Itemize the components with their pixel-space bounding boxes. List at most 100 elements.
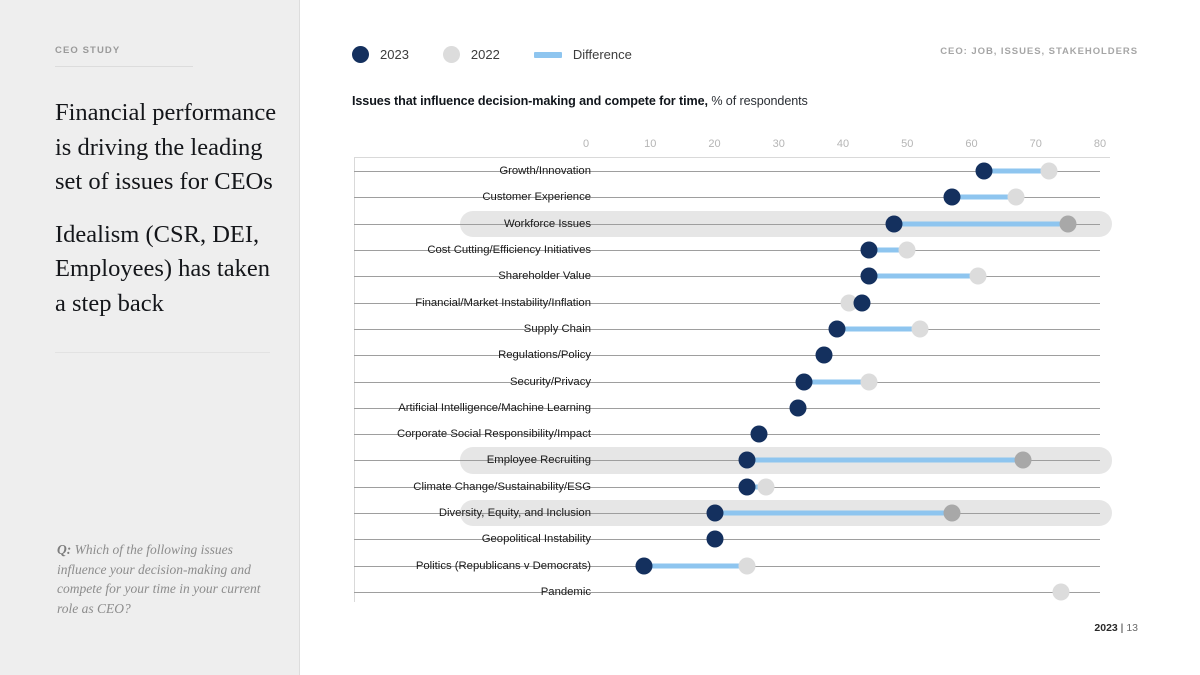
sidebar-rule-divider <box>55 66 193 67</box>
chart-container: Issues that influence decision-making an… <box>352 93 1112 613</box>
data-point-2023[interactable] <box>860 241 878 259</box>
x-tick-80: 80 <box>1093 138 1107 150</box>
x-tick-20: 20 <box>708 138 721 150</box>
chart-title: Issues that influence decision-making an… <box>352 93 1112 110</box>
chart-row[interactable]: Security/Privacy <box>352 368 1112 394</box>
difference-bar <box>746 457 1023 463</box>
data-point-2023[interactable] <box>815 346 833 364</box>
category-label: Geopolitical Instability <box>481 533 591 546</box>
data-point-2022[interactable] <box>911 320 929 338</box>
data-point-2022[interactable] <box>738 557 756 575</box>
data-point-2023[interactable] <box>706 530 723 548</box>
chart-title-main: Issues that influence decision-making an… <box>352 94 708 108</box>
data-point-2022[interactable] <box>1014 451 1032 469</box>
chart-row[interactable]: Artificial Intelligence/Machine Learning <box>352 395 1112 421</box>
legend-item-2023[interactable]: 2023 <box>352 46 409 63</box>
category-label: Shareholder Value <box>498 270 591 283</box>
chart-row[interactable]: Diversity, Equity, and Inclusion <box>352 499 1112 527</box>
data-point-2023[interactable] <box>706 504 723 522</box>
chart-row[interactable]: Supply Chain <box>352 316 1112 342</box>
row-gridline <box>354 276 1100 278</box>
data-point-2023[interactable] <box>853 294 871 312</box>
data-point-2023[interactable] <box>943 188 961 206</box>
headline-paragraph-1: Financial performance is driving the lea… <box>55 99 277 195</box>
chart-row[interactable]: Cost Cutting/Efficiency Initiatives <box>352 237 1112 263</box>
data-point-2023[interactable] <box>860 267 878 285</box>
x-tick-10: 10 <box>644 138 657 150</box>
data-point-2022[interactable] <box>860 373 878 391</box>
row-gridline <box>354 591 1100 593</box>
data-point-2023[interactable] <box>885 215 903 233</box>
data-point-2023[interactable] <box>828 320 846 338</box>
legend-item-2022[interactable]: 2022 <box>442 46 500 63</box>
legend-item-difference[interactable]: Difference <box>533 47 632 62</box>
data-point-2022[interactable] <box>1052 583 1070 601</box>
data-point-2022[interactable] <box>1040 162 1058 180</box>
survey-question: Q: Which of the following issues influen… <box>57 540 272 618</box>
chart-row[interactable]: Workforce Issues <box>352 210 1112 237</box>
x-tick-30: 30 <box>772 138 785 150</box>
x-tick-70: 70 <box>1029 138 1042 150</box>
data-point-2022[interactable] <box>898 241 916 259</box>
chart-plot-area: 0 10 20 30 40 50 60 70 80 Growth/Innovation Custo… <box>352 138 1112 608</box>
legend-label-2023: 2023 <box>380 47 409 62</box>
category-label: Customer Experience <box>482 191 591 204</box>
chart-row[interactable]: Financial/Market Instability/Inflation <box>352 289 1112 315</box>
chart-row[interactable]: Regulations/Policy <box>352 342 1112 368</box>
difference-bar <box>952 194 1017 200</box>
legend-swatch-2022-icon <box>442 46 460 63</box>
x-tick-40: 40 <box>836 138 850 150</box>
footer-year: 2023 <box>1094 622 1118 634</box>
data-point-2023[interactable] <box>635 557 653 575</box>
question-prefix: Q: <box>57 542 72 557</box>
legend-swatch-difference-icon <box>533 51 562 58</box>
chart-row[interactable]: Shareholder Value <box>352 263 1112 289</box>
data-point-2022[interactable] <box>1007 188 1025 206</box>
category-label: Corporate Social Responsibility/Impact <box>396 428 591 441</box>
data-point-2023[interactable] <box>738 451 756 469</box>
data-point-2022[interactable] <box>969 267 987 285</box>
data-point-2022[interactable] <box>757 478 775 496</box>
section-label: CEO: JOB, ISSUES, STAKEHOLDERS <box>940 46 1138 57</box>
chart-subtitle: % of respondents <box>711 94 808 108</box>
row-gridline <box>354 539 1100 541</box>
chart-row[interactable]: Geopolitical Instability <box>352 526 1112 552</box>
page-title: Financial performance is driving the lea… <box>55 96 280 321</box>
category-label: Security/Privacy <box>510 375 591 388</box>
left-sidebar: CEO STUDY Financial performance is drivi… <box>0 0 300 675</box>
chart-rows: Growth/Innovation Customer Experience Work… <box>352 158 1112 605</box>
x-tick-0: 0 <box>582 138 590 150</box>
chart-row[interactable]: Pandemic <box>352 579 1112 605</box>
data-point-2022[interactable] <box>1059 215 1077 233</box>
data-point-2023[interactable] <box>795 373 813 391</box>
category-label: Politics (Republicans v Democrats) <box>415 559 591 572</box>
category-label: Diversity, Equity, and Inclusion <box>438 507 591 519</box>
category-label: Employee Recruiting <box>486 454 591 467</box>
chart-row[interactable]: Employee Recruiting <box>352 447 1112 474</box>
difference-bar <box>984 168 1049 174</box>
data-point-2023[interactable] <box>750 425 768 443</box>
chart-row[interactable]: Politics (Republicans v Democrats) <box>352 552 1112 578</box>
x-tick-50: 50 <box>901 138 914 150</box>
chart-row[interactable]: Growth/Innovation <box>352 158 1112 184</box>
data-point-2023[interactable] <box>975 162 993 180</box>
data-point-2023[interactable] <box>738 478 756 496</box>
category-label: Regulations/Policy <box>498 349 591 362</box>
difference-bar <box>836 326 921 332</box>
chart-row[interactable]: Corporate Social Responsibility/Impact <box>352 421 1112 447</box>
category-label: Growth/Innovation <box>499 165 591 178</box>
data-point-2022[interactable] <box>943 504 961 522</box>
chart-row[interactable]: Customer Experience <box>352 184 1112 210</box>
question-text: Which of the following issues influence … <box>57 542 261 616</box>
chart-row[interactable]: Climate Change/Sustainability/ESG <box>352 474 1112 500</box>
chart-legend: 2023 2022 Difference <box>352 46 666 63</box>
difference-bar <box>714 510 953 516</box>
category-label: Climate Change/Sustainability/ESG <box>413 480 591 493</box>
sidebar-section-divider <box>55 352 270 353</box>
category-label: Cost Cutting/Efficiency Initiatives <box>427 244 591 257</box>
legend-label-difference: Difference <box>572 47 632 62</box>
legend-label-2022: 2022 <box>470 47 500 62</box>
row-gridline <box>354 381 1100 383</box>
data-point-2023[interactable] <box>789 399 807 417</box>
x-axis-ticks: 0 10 20 30 40 50 60 70 80 <box>352 138 1112 158</box>
